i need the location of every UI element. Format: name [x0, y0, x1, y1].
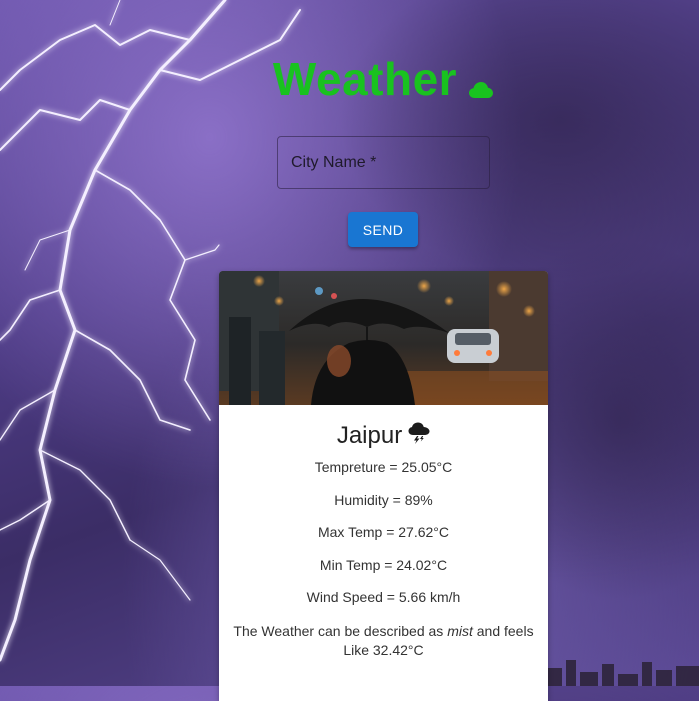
cloud-icon — [469, 56, 494, 110]
city-name: Jaipur — [336, 422, 403, 449]
weather-condition: mist — [447, 622, 473, 639]
min-temp-text: Min Temp = 24.02°C — [319, 556, 448, 573]
city-name-input[interactable]: City Name * — [277, 136, 490, 189]
city-heading: Jaipur — [219, 421, 548, 451]
temperature-text: Tempreture = 25.05°C — [314, 459, 453, 475]
card-image — [219, 271, 548, 405]
max-temp-text: Max Temp = 27.62°C — [317, 524, 450, 540]
send-button[interactable]: SEND — [348, 212, 418, 247]
storm-cloud-icon — [408, 422, 430, 452]
description-prefix: The Weather can be described as — [233, 622, 448, 639]
page-title-text: Weather — [272, 53, 458, 105]
humidity-text: Humidity = 89% — [334, 491, 433, 508]
city-name-label: City Name * — [291, 154, 377, 171]
card-content: Jaipur Tempreture = 25.05°C Humidity = 8… — [219, 421, 548, 660]
weather-description: The Weather can be described as mist and… — [219, 614, 548, 660]
page-title: Weather — [0, 52, 699, 110]
wind-speed-text: Wind Speed = 5.66 km/h — [306, 589, 461, 605]
weather-card: Jaipur Tempreture = 25.05°C Humidity = 8… — [219, 271, 548, 701]
